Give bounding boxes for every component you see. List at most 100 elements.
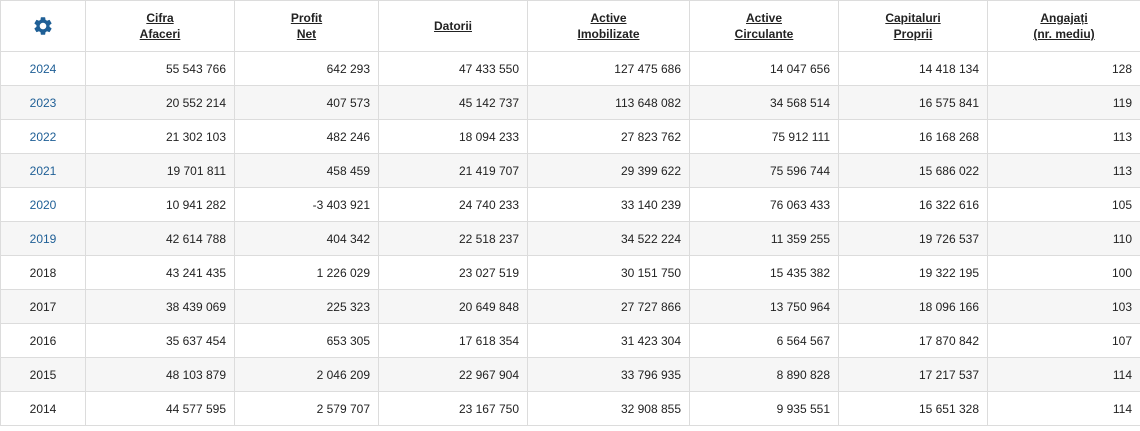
year-link[interactable]: 2021: [30, 164, 57, 178]
year-link[interactable]: 2022: [30, 130, 57, 144]
cell-profit: 482 246: [234, 119, 379, 154]
cell-angajati: 114: [987, 357, 1140, 392]
cell-active_circ: 75 912 111: [689, 119, 839, 154]
cell-active_imob: 127 475 686: [527, 51, 690, 86]
cell-datorii: 24 740 233: [378, 187, 528, 222]
cell-active_imob: 27 727 866: [527, 289, 690, 324]
cell-datorii: 23 167 750: [378, 391, 528, 426]
cell-profit: 458 459: [234, 153, 379, 188]
cell-active_imob: 30 151 750: [527, 255, 690, 290]
cell-cifra: 19 701 811: [85, 153, 235, 188]
cell-active_circ: 76 063 433: [689, 187, 839, 222]
cell-capitaluri: 19 726 537: [838, 221, 988, 256]
cell-active_circ: 13 750 964: [689, 289, 839, 324]
cell-profit: 653 305: [234, 323, 379, 358]
cell-cifra: 38 439 069: [85, 289, 235, 324]
cell-active_circ: 8 890 828: [689, 357, 839, 392]
year-cell: 2018: [0, 255, 86, 290]
cell-angajati: 103: [987, 289, 1140, 324]
gear-icon[interactable]: [32, 15, 54, 37]
cell-active_circ: 11 359 255: [689, 221, 839, 256]
cell-capitaluri: 16 322 616: [838, 187, 988, 222]
cell-active_circ: 15 435 382: [689, 255, 839, 290]
column-header-active_imob[interactable]: Active Imobilizate: [527, 0, 690, 52]
cell-capitaluri: 17 217 537: [838, 357, 988, 392]
column-header-label: Circulante: [734, 27, 794, 41]
cell-capitaluri: 16 575 841: [838, 85, 988, 120]
cell-datorii: 18 094 233: [378, 119, 528, 154]
year-cell: 2023: [0, 85, 86, 120]
year-label: 2016: [29, 333, 57, 348]
cell-active_imob: 34 522 224: [527, 221, 690, 256]
cell-active_imob: 33 140 239: [527, 187, 690, 222]
cell-datorii: 20 649 848: [378, 289, 528, 324]
column-header-label: (nr. mediu): [1033, 27, 1095, 41]
cell-active_imob: 113 648 082: [527, 85, 690, 120]
column-header-label: Profit: [290, 11, 323, 25]
column-header-cifra[interactable]: Cifra Afaceri: [85, 0, 235, 52]
column-header-profit[interactable]: Profit Net: [234, 0, 379, 52]
cell-cifra: 21 302 103: [85, 119, 235, 154]
cell-cifra: 44 577 595: [85, 391, 235, 426]
column-header-label: Net: [296, 27, 317, 41]
table-row: 2024 55 543 766 642 293 47 433 550 127 475 6…: [0, 51, 1140, 86]
column-header-label: Datorii: [433, 19, 472, 33]
column-header-label: Capitaluri: [885, 11, 941, 25]
cell-datorii: 17 618 354: [378, 323, 528, 358]
table-row: 2022 21 302 103 482 246 18 094 233 27 823 76…: [0, 119, 1140, 154]
cell-capitaluri: 19 322 195: [838, 255, 988, 290]
cell-datorii: 47 433 550: [378, 51, 528, 86]
settings-cell: [0, 0, 86, 52]
cell-capitaluri: 15 686 022: [838, 153, 988, 188]
cell-cifra: 20 552 214: [85, 85, 235, 120]
table-row: 2020 10 941 282 -3 403 921 24 740 233 33 140…: [0, 187, 1140, 222]
year-link[interactable]: 2024: [30, 62, 57, 76]
cell-capitaluri: 14 418 134: [838, 51, 988, 86]
cell-angajati: 105: [987, 187, 1140, 222]
cell-active_circ: 9 935 551: [689, 391, 839, 426]
column-header-angajati[interactable]: Angajați (nr. mediu): [987, 0, 1140, 52]
column-header-label: Active: [745, 11, 783, 25]
cell-angajati: 100: [987, 255, 1140, 290]
column-header-active_circ[interactable]: Active Circulante: [689, 0, 839, 52]
table-row: 2015 48 103 879 2 046 209 22 967 904 33 796 …: [0, 357, 1140, 392]
year-cell: 2024: [0, 51, 86, 86]
cell-capitaluri: 18 096 166: [838, 289, 988, 324]
year-cell: 2022: [0, 119, 86, 154]
cell-profit: 404 342: [234, 221, 379, 256]
year-link[interactable]: 2023: [30, 96, 57, 110]
year-link[interactable]: 2019: [30, 232, 57, 246]
year-cell: 2015: [0, 357, 86, 392]
table-body: 2024 55 543 766 642 293 47 433 550 127 475 6…: [0, 51, 1140, 426]
cell-active_imob: 33 796 935: [527, 357, 690, 392]
cell-capitaluri: 17 870 842: [838, 323, 988, 358]
cell-angajati: 119: [987, 85, 1140, 120]
cell-profit: 407 573: [234, 85, 379, 120]
cell-profit: 642 293: [234, 51, 379, 86]
cell-datorii: 22 967 904: [378, 357, 528, 392]
year-label: 2017: [29, 299, 57, 314]
cell-datorii: 23 027 519: [378, 255, 528, 290]
column-header-label: Proprii: [893, 27, 933, 41]
year-cell: 2017: [0, 289, 86, 324]
cell-angajati: 107: [987, 323, 1140, 358]
cell-cifra: 35 637 454: [85, 323, 235, 358]
cell-angajati: 113: [987, 119, 1140, 154]
column-header-capitaluri[interactable]: Capitaluri Proprii: [838, 0, 988, 52]
cell-active_circ: 14 047 656: [689, 51, 839, 86]
cell-angajati: 113: [987, 153, 1140, 188]
column-header-datorii[interactable]: Datorii: [378, 0, 528, 52]
year-label: 2014: [29, 401, 57, 416]
cell-cifra: 42 614 788: [85, 221, 235, 256]
cell-cifra: 10 941 282: [85, 187, 235, 222]
cell-active_circ: 6 564 567: [689, 323, 839, 358]
cell-capitaluri: 16 168 268: [838, 119, 988, 154]
cell-datorii: 21 419 707: [378, 153, 528, 188]
financial-table: Cifra Afaceri Profit Net Datorii Active Imobil…: [0, 0, 1140, 426]
year-label: 2015: [29, 367, 57, 382]
year-cell: 2016: [0, 323, 86, 358]
year-link[interactable]: 2020: [30, 198, 57, 212]
cell-cifra: 48 103 879: [85, 357, 235, 392]
cell-angajati: 128: [987, 51, 1140, 86]
cell-angajati: 110: [987, 221, 1140, 256]
